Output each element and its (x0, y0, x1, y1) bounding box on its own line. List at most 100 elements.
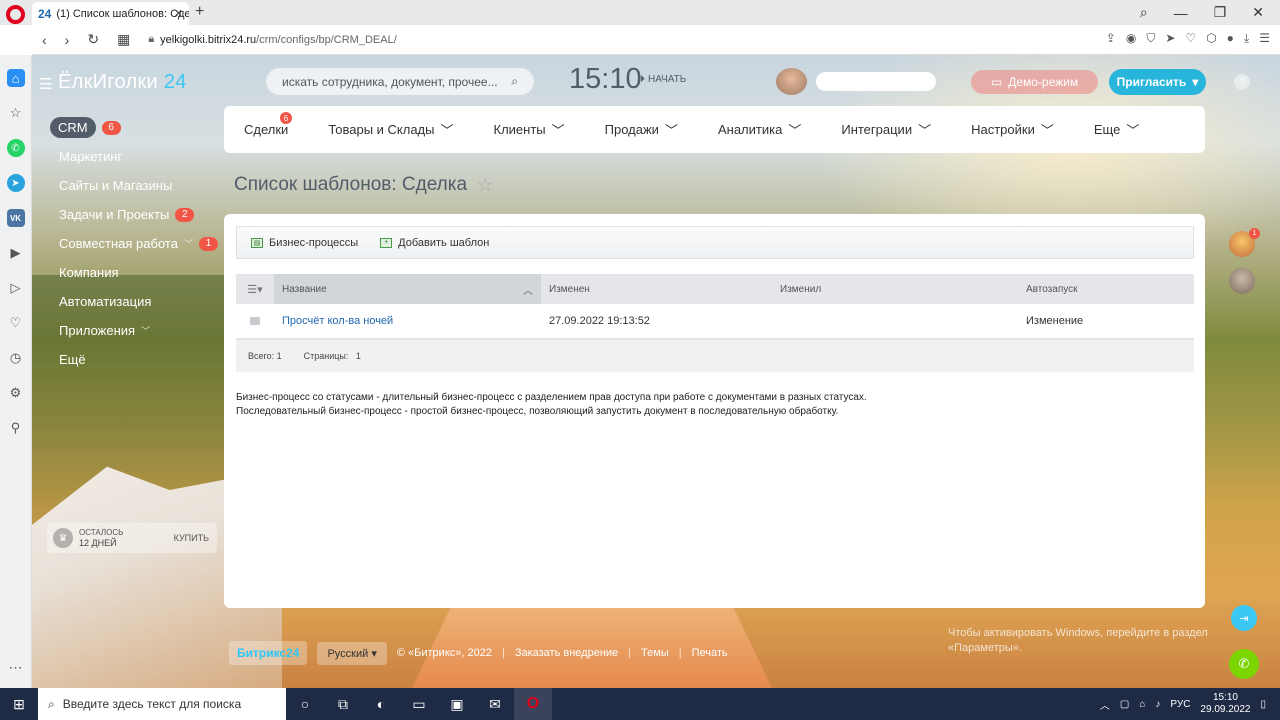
invite-button[interactable]: Пригласить ▾ (1109, 69, 1206, 95)
print-link[interactable]: Печать (692, 647, 728, 659)
tray-chevron-icon[interactable]: ︿ (1100, 697, 1110, 712)
portal-brand[interactable]: ЁлкИголки 24 (58, 71, 187, 94)
left-menu-item-apps[interactable]: Приложения ﹀ (32, 316, 222, 345)
column-header-modified[interactable]: Изменен (541, 284, 772, 295)
profile-icon[interactable]: ● (1227, 31, 1234, 46)
tab-more[interactable]: Еще ﹀ (1074, 120, 1159, 139)
left-menu-item-automation[interactable]: Автоматизация (32, 287, 222, 316)
network-icon[interactable]: ⌂ (1139, 699, 1145, 710)
chat-avatar[interactable]: 1 (1229, 228, 1260, 257)
notifications-icon[interactable]: ▯ (1260, 699, 1266, 710)
tab-analytics[interactable]: Аналитика ﹀ (698, 120, 821, 139)
player-icon[interactable]: ▶ (7, 244, 25, 262)
tab-sales[interactable]: Продажи ﹀ (585, 120, 698, 139)
search-input[interactable]: искать сотрудника, документ, прочее... ⌕ (266, 68, 534, 95)
column-header-name[interactable]: Название ︿ (274, 274, 541, 304)
left-menu-item-more[interactable]: Ещё (32, 345, 222, 374)
extensions-icon[interactable]: ⬡ (1206, 31, 1216, 46)
new-tab-icon[interactable]: + (195, 3, 204, 21)
menu-icon[interactable]: ☰ (1259, 31, 1270, 46)
whatsapp-icon[interactable]: ✆ (6, 139, 25, 157)
trial-banner[interactable]: ♛ ОСТАЛОСЬ 12 ДНЕЙ КУПИТЬ (47, 523, 217, 553)
forward-icon[interactable]: › (65, 32, 70, 48)
shield-icon[interactable]: ⛉ (1146, 31, 1155, 46)
input-language[interactable]: РУС (1170, 699, 1190, 710)
buy-button[interactable]: КУПИТЬ (174, 533, 209, 543)
camera-icon[interactable]: ◉ (1126, 31, 1136, 46)
business-processes-button[interactable]: ▤ Бизнес-процессы (251, 237, 358, 249)
maximize-icon[interactable]: ❐ (1214, 4, 1227, 21)
mail-icon[interactable]: ✉ (476, 696, 514, 713)
search-icon[interactable]: ⌕ (511, 74, 518, 89)
table-row[interactable]: Просчёт кол-ва ночей 27.09.2022 19:13:52… (236, 304, 1194, 340)
telegram-icon[interactable]: ➤ (6, 174, 25, 192)
column-header-autorun[interactable]: Автозапуск (1018, 284, 1078, 295)
tray-apps-icon[interactable]: ▢ (1120, 699, 1129, 710)
start-workday-button[interactable]: ⏵ НАЧАТЬ (640, 74, 686, 85)
tab-clients[interactable]: Клиенты ﹀ (474, 120, 585, 139)
history-icon[interactable]: ◷ (7, 349, 25, 367)
taskbar-search-input[interactable]: ⌕ Введите здесь текст для поиска (38, 688, 286, 720)
taskbar-clock[interactable]: 15:10 29.09.2022 (1200, 692, 1250, 716)
bitrix24-logo[interactable]: Битрикс24 (229, 641, 308, 665)
user-avatar[interactable] (776, 68, 807, 95)
user-name[interactable] (816, 72, 936, 91)
send-icon[interactable]: ➤ (1165, 31, 1175, 46)
tab-settings[interactable]: Настройки ﹀ (951, 120, 1074, 139)
left-menu-item-crm[interactable]: CRM 6 (32, 113, 222, 142)
left-menu-item-sites[interactable]: Сайты и Магазины (32, 171, 222, 200)
left-menu-item-marketing[interactable]: Маркетинг (32, 142, 222, 171)
back-icon[interactable]: ‹ (42, 32, 47, 48)
close-tab-icon[interactable]: ✕ (174, 7, 183, 20)
favorites-icon[interactable]: ♡ (7, 314, 25, 332)
left-menu-item-company[interactable]: Компания (32, 258, 222, 287)
tab-integrations[interactable]: Интеграции ﹀ (821, 120, 951, 139)
language-select[interactable]: Русский ▾ (317, 641, 387, 665)
themes-link[interactable]: Темы (641, 647, 669, 659)
home-icon[interactable]: ⌂ (6, 69, 25, 87)
heart-icon[interactable]: ♡ (1185, 31, 1196, 46)
search-tabs-icon[interactable]: ⌕ (1140, 4, 1148, 21)
close-window-icon[interactable]: ✕ (1252, 4, 1264, 21)
windows-start-icon[interactable]: ⊞ (0, 696, 38, 713)
tips-icon[interactable]: ⚲ (7, 419, 25, 437)
minimize-icon[interactable]: — (1174, 5, 1188, 21)
edge-icon[interactable]: ◐ (362, 696, 400, 712)
opera-logo-icon[interactable] (6, 5, 25, 24)
tabs-grid-icon[interactable]: ▦ (117, 31, 130, 48)
browser-tab[interactable]: 24 (1) Список шаблонов: Сде ✕ (32, 2, 189, 25)
store-icon[interactable]: ▣ (438, 696, 476, 713)
url-field[interactable]: 🔒︎ yelkigolki.bitrix24.ru/crm/configs/bp… (148, 33, 396, 46)
burger-menu-icon[interactable]: ☰ (39, 75, 52, 93)
volume-icon[interactable]: ♪ (1155, 699, 1160, 710)
template-name-link[interactable]: Просчёт кол-ва ночей (274, 315, 541, 327)
column-settings-icon[interactable]: ☰▾ (236, 274, 274, 304)
column-header-modified-by[interactable]: Изменил (772, 284, 1018, 295)
order-implementation-link[interactable]: Заказать внедрение (515, 647, 618, 659)
add-template-button[interactable]: + Добавить шаблон (380, 237, 489, 249)
phone-icon[interactable]: ✆ (1229, 649, 1259, 679)
cortana-icon[interactable]: ○ (286, 696, 324, 712)
chat-avatar[interactable] (1229, 268, 1255, 294)
opera-taskbar-icon[interactable]: O (514, 688, 552, 720)
tab-products[interactable]: Товары и Склады ﹀ (308, 120, 473, 139)
row-menu-icon[interactable] (236, 317, 274, 325)
star-icon[interactable]: ☆ (477, 175, 493, 196)
open-chat-icon[interactable]: ⇥ (1231, 605, 1257, 631)
demo-mode-button[interactable]: ▭ Демо-режим (971, 70, 1098, 94)
left-menu-item-tasks[interactable]: Задачи и Проекты 2 (32, 200, 222, 229)
left-menu-item-collab[interactable]: Совместная работа ﹀ 1 (32, 229, 222, 258)
share-icon[interactable]: ⇪ (1106, 31, 1116, 46)
bookmarks-icon[interactable]: ☆ (7, 104, 25, 122)
flow-icon[interactable]: ▷ (7, 279, 25, 297)
page-number[interactable]: 1 (356, 351, 361, 361)
help-icon[interactable]: ? (1234, 74, 1250, 90)
file-explorer-icon[interactable]: ▭ (400, 696, 438, 713)
more-icon[interactable]: ⋯ (9, 659, 23, 676)
download-icon[interactable]: ⤓ (1244, 31, 1249, 46)
reload-icon[interactable]: ↻ (87, 31, 99, 48)
vk-icon[interactable]: VK (6, 209, 25, 227)
task-view-icon[interactable]: ⧉ (324, 696, 362, 713)
settings-icon[interactable]: ⚙ (7, 384, 25, 402)
tab-deals[interactable]: Сделки 6 (244, 112, 308, 137)
